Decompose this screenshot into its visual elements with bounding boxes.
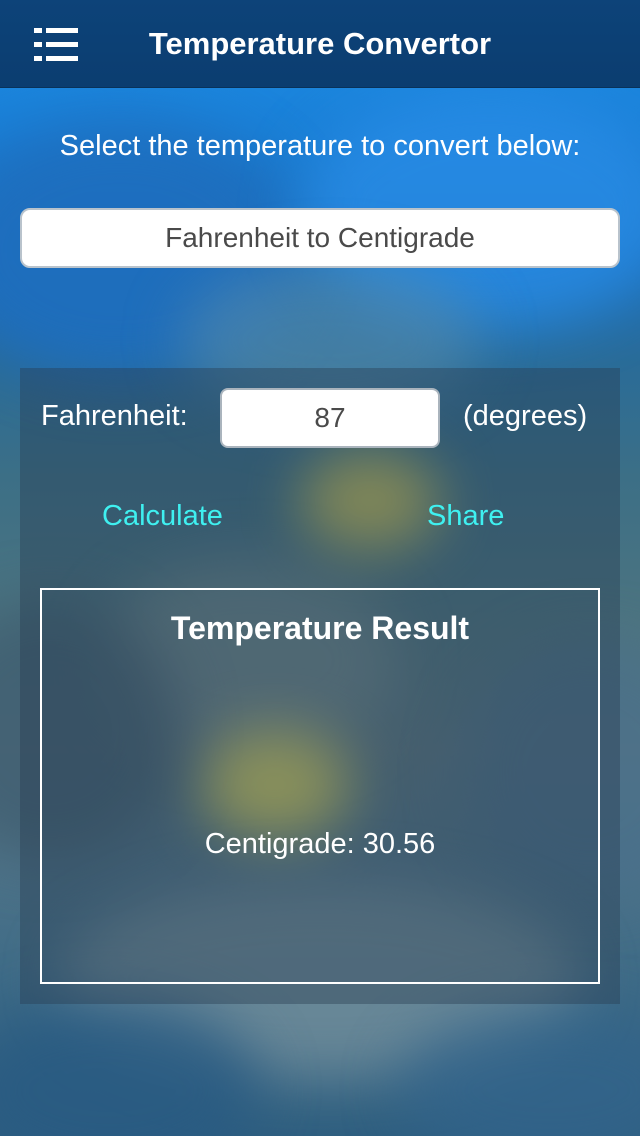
conversion-type-value: Fahrenheit to Centigrade (165, 222, 475, 253)
navigation-bar: Temperature Convertor (0, 0, 640, 88)
degrees-unit-label: (degrees) (463, 400, 588, 432)
page-title: Temperature Convertor (148, 26, 492, 61)
fahrenheit-label: Fahrenheit: (41, 400, 188, 432)
result-title: Temperature Result (170, 610, 470, 646)
share-button[interactable]: Share (427, 500, 504, 533)
fahrenheit-input[interactable] (220, 388, 440, 448)
calculate-button[interactable]: Calculate (102, 500, 223, 533)
converter-panel: Fahrenheit: (degrees) Calculate Share Te… (20, 368, 620, 1004)
conversion-type-selector[interactable]: Fahrenheit to Centigrade (20, 208, 620, 268)
result-value: Centigrade: 30.56 (204, 828, 436, 860)
instruction-text: Select the temperature to convert below: (59, 130, 581, 162)
result-box: Temperature Result Centigrade: 30.56 (40, 588, 600, 984)
